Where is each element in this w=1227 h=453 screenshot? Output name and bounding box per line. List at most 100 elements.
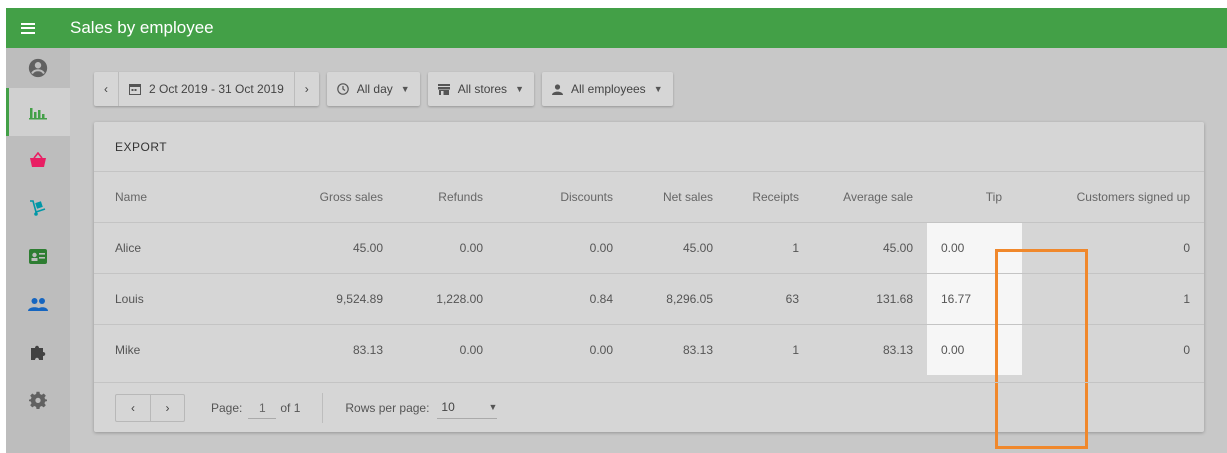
date-range-filter: ‹ 2 Oct 2019 - 31 Oct 2019 ›	[94, 72, 319, 106]
cell-gross-sales: 9,524.89	[336, 291, 383, 306]
sidebar-item-employees[interactable]	[6, 232, 70, 280]
person-icon	[551, 83, 563, 95]
date-prev-button[interactable]: ‹	[94, 72, 118, 106]
cell-discounts: 0.00	[589, 240, 613, 255]
cell-average-sale: 131.68	[876, 291, 913, 306]
cell-tip: 0.00	[927, 324, 1022, 375]
bar-chart-icon	[29, 108, 47, 120]
chevron-right-icon: ›	[165, 400, 170, 415]
report-card: EXPORT Name Gross sales Refunds Discount…	[94, 122, 1204, 449]
date-range-button[interactable]: 2 Oct 2019 - 31 Oct 2019	[118, 72, 294, 106]
cell-gross-sales: 45.00	[352, 240, 383, 255]
cell-tip: 16.77	[927, 273, 1022, 324]
cell-average-sale: 45.00	[882, 240, 913, 255]
calendar-icon	[129, 84, 141, 95]
table-row[interactable]: Alice 45.00 0.00 0.00 45.00 1 45.00 0.00…	[94, 222, 1204, 273]
page-total-label: of 1	[280, 400, 301, 415]
sidebar-item-items[interactable]	[6, 184, 70, 232]
column-header[interactable]: Net sales	[627, 172, 727, 222]
stores-filter-label: All stores	[457, 82, 508, 96]
prev-page-button[interactable]: ‹	[116, 395, 150, 421]
cell-customers-signed-up: 0	[1183, 342, 1190, 357]
employees-filter[interactable]: All employees ▼	[541, 72, 673, 106]
time-filter-label: All day	[356, 82, 393, 96]
column-header[interactable]: Average sale	[813, 172, 927, 222]
cell-discounts: 0.00	[589, 342, 613, 357]
cell-refunds: 0.00	[459, 240, 483, 255]
chevron-left-icon: ‹	[131, 400, 135, 415]
time-filter[interactable]: All day ▼	[326, 72, 420, 106]
app-bar: Sales by employee	[6, 8, 1227, 48]
clock-icon	[336, 83, 349, 95]
cell-discounts: 0.84	[589, 291, 613, 306]
date-next-button[interactable]: ›	[293, 72, 319, 106]
dolly-icon	[30, 200, 46, 216]
cell-receipts: 1	[792, 342, 799, 357]
column-header[interactable]: Customers signed up	[1022, 172, 1204, 222]
caret-down-icon: ▼	[653, 84, 663, 94]
filter-bar: ‹ 2 Oct 2019 - 31 Oct 2019 › All day ▼ A…	[94, 72, 673, 106]
column-header[interactable]: Receipts	[727, 172, 813, 222]
table-row[interactable]: Louis 9,524.89 1,228.00 0.84 8,296.05 63…	[94, 273, 1204, 324]
cell-net-sales: 8,296.05	[666, 291, 713, 306]
sidebar-item-sales[interactable]	[6, 136, 70, 184]
sidebar-item-reports[interactable]	[6, 88, 70, 136]
column-header[interactable]: Refunds	[397, 172, 497, 222]
divider	[322, 392, 324, 423]
column-header[interactable]: Name	[94, 172, 224, 222]
table-header-row: Name Gross sales Refunds Discounts Net s…	[94, 172, 1204, 222]
chevron-left-icon: ‹	[104, 82, 108, 96]
table-row[interactable]: Mike 83.13 0.00 0.00 83.13 1 83.13 0.00 …	[94, 324, 1204, 375]
cell-name: Alice	[115, 240, 142, 255]
hamburger-menu-icon[interactable]	[6, 8, 50, 48]
people-icon	[28, 298, 48, 311]
page-label: Page:	[211, 400, 243, 415]
shopping-basket-icon	[30, 152, 46, 167]
cell-name: Louis	[115, 291, 144, 306]
rows-per-page-label: Rows per page:	[345, 400, 430, 415]
cell-tip: 0.00	[927, 222, 1022, 273]
cell-customers-signed-up: 1	[1183, 291, 1190, 306]
cell-average-sale: 83.13	[882, 342, 913, 357]
employees-filter-label: All employees	[570, 82, 646, 96]
chevron-right-icon: ›	[304, 82, 309, 96]
rows-per-page-value: 10	[441, 400, 455, 414]
card-header: EXPORT	[94, 122, 1204, 172]
next-page-button[interactable]: ›	[150, 394, 184, 421]
sidebar-item-integrations[interactable]	[6, 328, 70, 376]
date-range-label: 2 Oct 2019 - 31 Oct 2019	[149, 82, 284, 96]
sidebar-item-account[interactable]	[6, 48, 70, 88]
main-content: ‹ 2 Oct 2019 - 31 Oct 2019 › All day ▼ A…	[70, 48, 1227, 453]
cell-receipts: 1	[792, 240, 799, 255]
gear-icon	[29, 391, 47, 409]
page-number-input[interactable]: 1	[248, 397, 277, 419]
caret-down-icon: ▼	[400, 84, 410, 94]
rows-per-page-select[interactable]: 10 ▼	[437, 397, 498, 419]
cell-receipts: 63	[785, 291, 799, 306]
cell-refunds: 0.00	[459, 342, 483, 357]
pagination-nav: ‹ ›	[115, 393, 185, 422]
export-button[interactable]: EXPORT	[115, 140, 167, 154]
cell-refunds: 1,228.00	[436, 291, 483, 306]
cell-net-sales: 83.13	[682, 342, 713, 357]
sales-table: Name Gross sales Refunds Discounts Net s…	[94, 172, 1204, 375]
cell-net-sales: 45.00	[682, 240, 713, 255]
column-header[interactable]: Gross sales	[224, 172, 397, 222]
sidebar-item-settings[interactable]	[6, 376, 70, 424]
puzzle-icon	[31, 345, 46, 360]
store-icon	[437, 83, 450, 95]
column-header-tip[interactable]: Tip	[927, 172, 1022, 222]
sidebar-item-customers[interactable]	[6, 280, 70, 328]
account-circle-icon	[28, 58, 48, 78]
stores-filter[interactable]: All stores ▼	[427, 72, 534, 106]
caret-down-icon: ▼	[515, 84, 524, 94]
cell-customers-signed-up: 0	[1183, 240, 1190, 255]
page-title: Sales by employee	[70, 18, 214, 37]
pagination-bar: ‹ › Page: 1 of 1 Rows per page: 10 ▼	[94, 382, 1204, 432]
sidebar	[6, 48, 70, 453]
column-header[interactable]: Discounts	[497, 172, 627, 222]
cell-name: Mike	[115, 342, 141, 357]
id-card-icon	[29, 248, 47, 264]
caret-down-icon: ▼	[488, 402, 498, 412]
cell-gross-sales: 83.13	[352, 342, 383, 357]
